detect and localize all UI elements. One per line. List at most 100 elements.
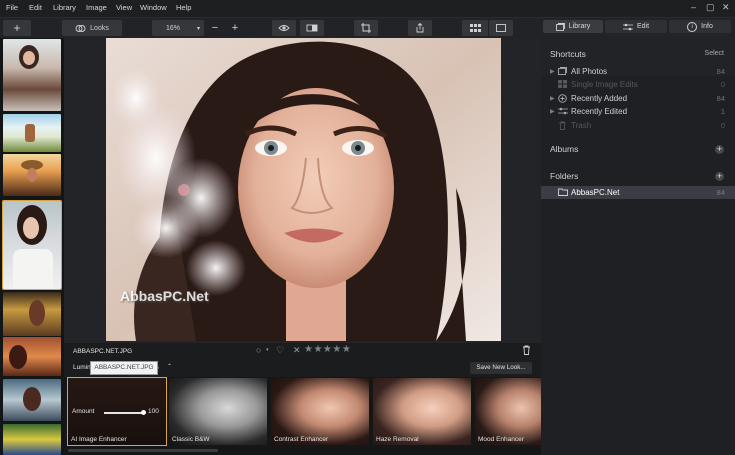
plus-icon: + [716, 144, 723, 154]
preset-mood-enhancer[interactable]: Mood Enhancer [475, 378, 541, 445]
select-button[interactable]: Select [705, 50, 724, 57]
preset-contrast-enhancer[interactable]: Contrast Enhancer [271, 378, 369, 445]
tab-info[interactable]: i Info [669, 20, 731, 33]
add-circle-icon [558, 94, 567, 105]
thumbnail[interactable] [3, 424, 61, 455]
menu-edit[interactable]: Edit [29, 3, 42, 12]
thumbnail-selected[interactable] [2, 200, 62, 290]
minimize-icon[interactable]: – [691, 2, 696, 12]
compare-icon [306, 24, 318, 32]
shortcut-label: Recently Added [571, 94, 628, 103]
preset-ai-image-enhancer[interactable]: Amount 100 AI Image Enhancer [67, 377, 167, 446]
menu-library[interactable]: Library [53, 3, 76, 12]
tab-edit[interactable]: Edit [605, 20, 667, 33]
chevron-down-icon: ▾ [196, 25, 200, 32]
maximize-icon[interactable]: ▢ [706, 2, 715, 13]
add-folder-button[interactable]: + [715, 172, 724, 181]
crop-button[interactable] [354, 20, 378, 36]
thumbnail[interactable] [3, 39, 61, 111]
preset-label: Haze Removal [376, 436, 419, 443]
chevron-right-icon: ▶ [550, 69, 555, 75]
tooltip: ABBASPC.NET.JPG [90, 361, 158, 375]
menu-image[interactable]: Image [86, 3, 107, 12]
chevron-up-icon[interactable]: ⌃ [167, 363, 172, 370]
shortcut-label: Single Image Edits [571, 80, 638, 89]
color-label-icon[interactable]: ○ [256, 345, 261, 355]
amount-slider[interactable] [104, 412, 144, 414]
thumbnail[interactable] [3, 337, 61, 376]
compare-button[interactable] [300, 20, 324, 36]
rating-stars-icon[interactable]: ★★★★★ [304, 344, 351, 355]
trash-icon[interactable] [522, 345, 531, 357]
minus-icon: − [211, 22, 219, 34]
tab-edit-label: Edit [636, 23, 650, 30]
tab-library-label: Library [568, 23, 591, 30]
shortcut-label: Recently Edited [571, 107, 628, 116]
single-view-button[interactable] [489, 20, 513, 36]
reject-icon[interactable]: ✕ [293, 345, 301, 356]
thumbnail[interactable] [3, 292, 61, 336]
shortcut-count: 84 [716, 67, 725, 76]
shortcut-recently-edited[interactable]: ▶ Recently Edited 1 [541, 105, 735, 118]
looks-label: Looks [90, 24, 109, 32]
main-photo[interactable]: AbbasPC.Net [106, 38, 501, 341]
zoom-out-button[interactable]: − [206, 20, 224, 36]
thumbnail[interactable] [3, 114, 61, 152]
close-icon[interactable]: ✕ [722, 2, 730, 13]
folder-count: 84 [716, 188, 725, 197]
shortcut-all-photos[interactable]: ▶ All Photos 84 [541, 65, 735, 78]
folder-icon [558, 188, 568, 198]
looks-button[interactable]: Looks [62, 20, 122, 36]
zoom-in-button[interactable]: + [226, 20, 244, 36]
preview-button[interactable] [272, 20, 296, 36]
trash-icon [558, 121, 567, 132]
export-button[interactable] [408, 20, 432, 36]
add-album-button[interactable]: + [715, 145, 724, 154]
preset-classic-bw[interactable]: Classic B&W [169, 378, 267, 445]
heart-icon[interactable]: ♡ [276, 345, 284, 356]
grid-icon [558, 80, 567, 90]
add-photos-button[interactable]: + [3, 20, 31, 36]
amount-label: Amount [72, 408, 95, 415]
chevron-right-icon: ▶ [550, 109, 555, 115]
zoom-dropdown[interactable]: 16% ▾ [152, 20, 204, 36]
albums-heading: Albums [550, 144, 579, 154]
watermark: AbbasPC.Net [120, 288, 209, 304]
menu-view[interactable]: View [116, 3, 132, 12]
thumbnail[interactable] [3, 379, 61, 421]
plus-icon: + [231, 22, 239, 34]
shortcut-single-image-edits[interactable]: Single Image Edits 0 [541, 78, 735, 91]
looks-category-prefix[interactable]: Lumin [73, 364, 91, 371]
preset-label: Mood Enhancer [478, 436, 524, 443]
menu-file[interactable]: File [6, 3, 18, 12]
tab-info-label: Info [701, 23, 713, 30]
shortcut-count: 1 [720, 107, 725, 116]
folder-item[interactable]: AbbasPC.Net 84 [541, 186, 735, 199]
crop-icon [361, 23, 371, 33]
shortcut-trash[interactable]: Trash 0 [541, 119, 735, 132]
folder-label: AbbasPC.Net [571, 188, 620, 197]
menu-help[interactable]: Help [176, 3, 191, 12]
looks-icon [75, 24, 86, 32]
presets-scrollbar[interactable] [68, 449, 218, 452]
tab-library[interactable]: Library [543, 20, 603, 33]
shortcut-count: 0 [720, 121, 725, 130]
preset-haze-removal[interactable]: Haze Removal [373, 378, 471, 445]
sliders-icon [622, 23, 633, 30]
filmstrip [0, 38, 64, 455]
shortcut-label: Trash [571, 121, 592, 130]
thumbnail[interactable] [3, 154, 61, 196]
sliders-icon [558, 107, 568, 117]
save-new-look-button[interactable]: Save New Look... [470, 362, 532, 374]
shortcut-count: 84 [716, 94, 725, 103]
slider-handle[interactable] [141, 410, 146, 415]
photos-icon [558, 67, 567, 77]
shortcut-count: 0 [720, 80, 725, 89]
amount-value: 100 [148, 408, 159, 415]
shortcut-recently-added[interactable]: ▶ Recently Added 84 [541, 92, 735, 105]
gallery-view-button[interactable] [462, 20, 488, 36]
chevron-down-icon[interactable]: ▾ [266, 347, 269, 353]
photo-info-bar: ABBASPC.NET.JPG ○ ▾ ♡ ✕ ★★★★★ [64, 343, 541, 359]
menu-window[interactable]: Window [140, 3, 167, 12]
photo-filename: ABBASPC.NET.JPG [73, 348, 133, 355]
